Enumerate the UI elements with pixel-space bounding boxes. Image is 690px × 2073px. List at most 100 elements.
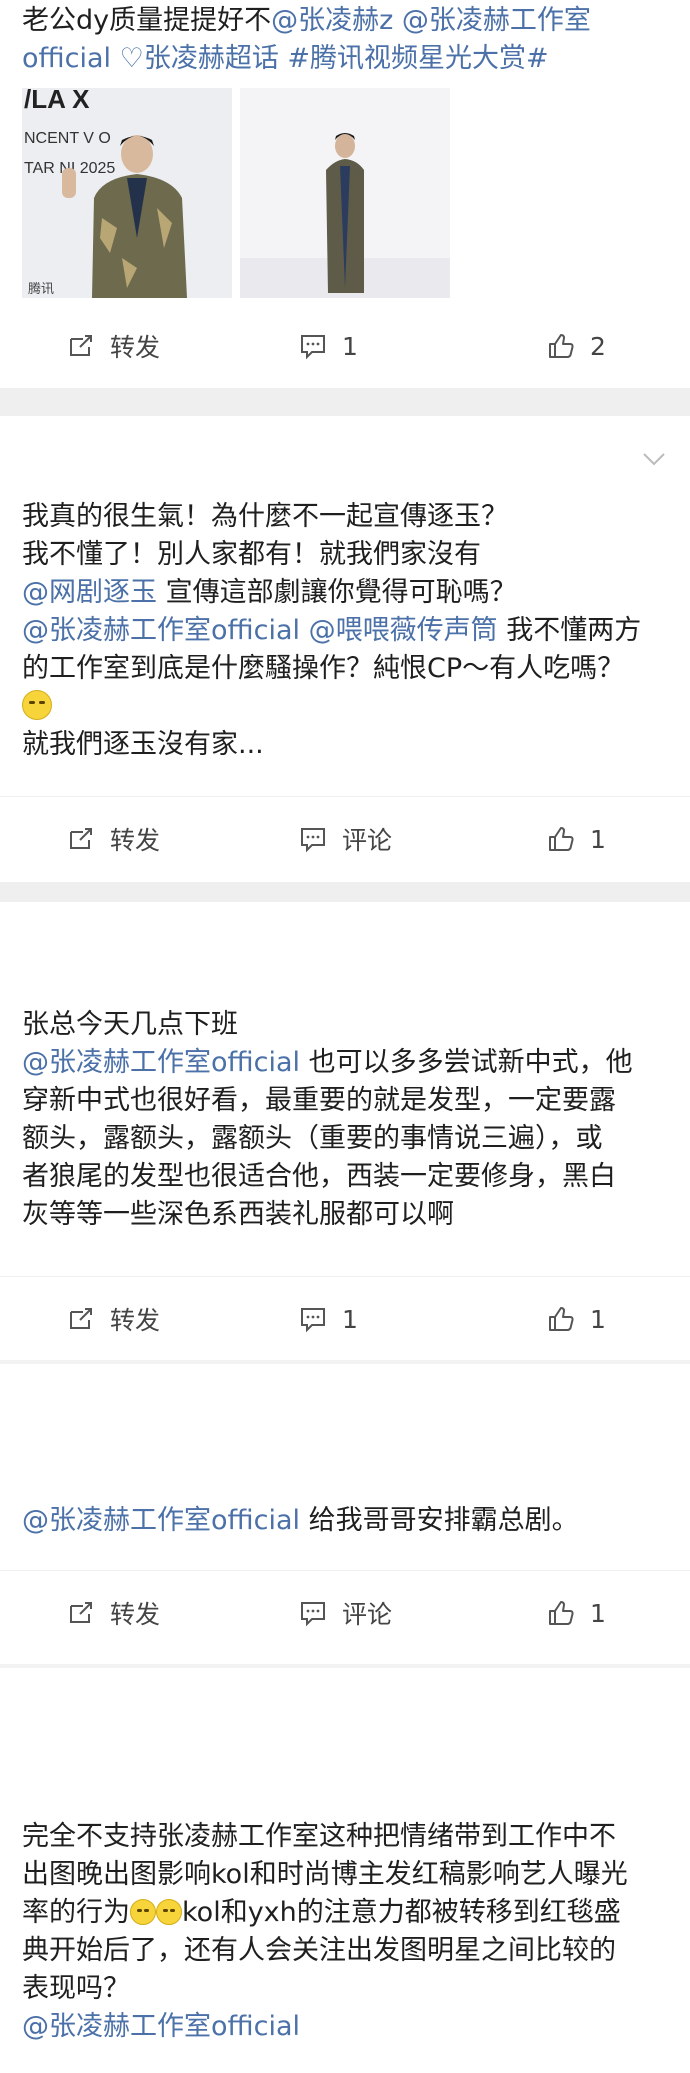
divider [0,388,690,416]
text-line: @张凌赫工作室official @喂喂薇传声筒 我不懂两方 [22,612,668,650]
comment-label: 评论 [342,826,393,855]
like-button[interactable]: 2 [546,331,606,361]
mention-link[interactable]: @张凌赫工作室official [22,615,300,646]
text-line: 出图晚出图影响kol和时尚博主发红稿影响艺人曝光 [22,1856,668,1894]
text-line: 穿新中式也很好看，最重要的就是发型，一定要露 [22,1082,668,1120]
action-bar: 转发 1 2 [0,304,690,388]
text-line: 就我們逐玉沒有家... [22,726,668,764]
repost-icon [70,1602,92,1623]
text-segment [111,43,120,74]
photo-star-red-carpet: /LA X NCENT V O TAR NI 2025 腾讯 [22,88,232,298]
text-line: 灰等等一些深色系西装礼服都可以啊 [22,1196,668,1234]
comment-icon [301,828,325,853]
text-segment: 穿新中式也很好看，最重要的就是发型，一定要露 [22,1085,616,1116]
mention-link[interactable]: ♡张凌赫超话 [120,43,279,74]
like-button[interactable]: 1 [546,824,606,854]
repost-icon [70,828,92,849]
rolling-eyes-emoji [156,1899,182,1925]
comment-icon [301,1602,325,1627]
post-3: 张总今天几点下班 @张凌赫工作室official 也可以多多尝试新中式，他 穿新中… [0,902,690,1360]
repost-icon [70,335,92,356]
like-count: 1 [590,1304,606,1334]
mention-link[interactable]: @张凌赫工作室official [22,1505,300,1536]
text-segment: 出图晚出图影响kol和时尚博主发红稿影响艺人曝光 [22,1859,628,1890]
text-line: 我真的很生氣！為什麼不一起宣傳逐玉？ [22,498,668,536]
repost-label: 转发 [110,333,161,362]
text-line: 表现吗？ [22,1970,668,2008]
text-segment [300,615,309,646]
comment-button[interactable]: 1 [298,1304,358,1334]
mention-link[interactable]: @喂喂薇传声筒 [309,615,498,646]
text-segment: 完全不支持张凌赫工作室这种把情绪带到工作中不 [22,1821,616,1852]
text-line: 率的行为 kol和yxh的注意力都被转移到红毯盛 [22,1894,668,1932]
mention-link[interactable]: @张凌赫工作室official [22,1047,300,1078]
post-1: 老公dy质量提提好不@张凌赫z @张凌赫工作室 official ♡张凌赫超话 #… [0,0,690,388]
comment-count: 1 [342,331,358,361]
svg-text:/LA X: /LA X [24,88,90,114]
post-image-1[interactable]: /LA X NCENT V O TAR NI 2025 腾讯 [22,88,232,298]
rolling-eyes-emoji [130,1899,156,1925]
text-segment: 就我們逐玉沒有家... [22,729,264,760]
post-text: 张总今天几点下班 @张凌赫工作室official 也可以多多尝试新中式，他 穿新中… [0,902,690,1234]
chevron-down-icon[interactable] [640,444,668,472]
post-image-2[interactable] [240,88,450,298]
repost-label: 转发 [110,1600,161,1629]
comment-label: 评论 [342,1600,393,1629]
text-segment: 我不懂两方 [497,615,642,646]
text-segment [393,5,402,36]
text-segment: 额头，露额头，露额头（重要的事情说三遍），或 [22,1123,603,1154]
repost-button[interactable]: 转发 [66,1301,160,1337]
post-2: 我真的很生氣！為什麼不一起宣傳逐玉？ 我不懂了！別人家都有！就我們家沒有 @网剧逐玉… [0,416,690,882]
text-line: 者狼尾的发型也很适合他，西装一定要修身，黑白 [22,1158,668,1196]
comment-button[interactable]: 评论 [298,821,392,857]
comment-button[interactable]: 评论 [298,1595,392,1631]
like-button[interactable]: 1 [546,1304,606,1334]
text-segment: 给我哥哥安排霸总剧。 [300,1505,579,1536]
text-segment: 老公dy质量提提好不 [22,5,272,36]
comment-count: 1 [342,1304,358,1334]
text-segment: 宣傳這部劇讓你覺得可恥嗎？ [157,577,517,608]
like-icon [549,334,574,358]
post-text: 老公dy质量提提好不@张凌赫z @张凌赫工作室 official ♡张凌赫超话 #… [0,0,690,78]
text-line: 的工作室到底是什麼騷操作？純恨CP～有人吃嗎？ [22,650,668,688]
text-line: 张总今天几点下班 [22,1006,668,1044]
repost-button[interactable]: 转发 [66,1595,160,1631]
text-segment: 者狼尾的发型也很适合他，西装一定要修身，黑白 [22,1161,616,1192]
text-line: @张凌赫工作室official 给我哥哥安排霸总剧。 [22,1502,668,1540]
text-segment: 灰等等一些深色系西装礼服都可以啊 [22,1199,454,1230]
text-line: 典开始后了，还有人会关注出发图明星之间比较的 [22,1932,668,1970]
mention-link[interactable]: @张凌赫工作室 [402,5,591,36]
text-line: 完全不支持张凌赫工作室这种把情绪带到工作中不 [22,1818,668,1856]
like-button[interactable]: 1 [546,1598,606,1628]
post-text: @张凌赫工作室official 给我哥哥安排霸总剧。 [0,1364,690,1540]
repost-label: 转发 [110,826,161,855]
action-bar: 转发 评论 1 [0,1570,690,1655]
text-segment: kol和yxh的注意力都被转移到红毯盛 [182,1897,621,1928]
text-line: official ♡张凌赫超话 #腾讯视频星光大赏# [22,40,668,78]
text-line: @张凌赫工作室official [22,2008,668,2046]
like-count: 1 [590,1598,606,1628]
mention-link[interactable]: #腾讯视频星光大赏# [287,43,548,74]
mention-link[interactable]: @网剧逐玉 [22,577,157,608]
like-count: 1 [590,824,606,854]
like-icon [549,1601,574,1625]
repost-button[interactable]: 转发 [66,821,160,857]
mention-link[interactable]: @张凌赫工作室official [22,2011,300,2042]
post-4: @张凌赫工作室official 给我哥哥安排霸总剧。 转发 评论 1 [0,1364,690,1664]
text-segment: 的工作室到底是什麼騷操作？純恨CP～有人吃嗎？ [22,653,625,684]
text-segment: 我真的很生氣！為什麼不一起宣傳逐玉？ [22,501,508,532]
text-segment: 我不懂了！別人家都有！就我們家沒有 [22,539,481,570]
text-segment: 也可以多多尝试新中式，他 [300,1047,633,1078]
comment-button[interactable]: 1 [298,331,358,361]
repost-button[interactable]: 转发 [66,328,160,364]
comment-icon [301,1308,325,1333]
mention-link[interactable]: @张凌赫z [271,5,393,36]
post-5: 完全不支持张凌赫工作室这种把情绪带到工作中不 出图晚出图影响kol和时尚博主发红稿… [0,1668,690,2073]
text-line: 我不懂了！別人家都有！就我們家沒有 [22,536,668,574]
svg-text:NCENT V O: NCENT V O [24,130,111,147]
image-grid: /LA X NCENT V O TAR NI 2025 腾讯 [0,88,690,298]
action-bar: 转发 评论 1 [0,796,690,881]
text-line: @张凌赫工作室official 也可以多多尝试新中式，他 [22,1044,668,1082]
divider [0,882,690,902]
mention-link[interactable]: official [22,43,111,74]
